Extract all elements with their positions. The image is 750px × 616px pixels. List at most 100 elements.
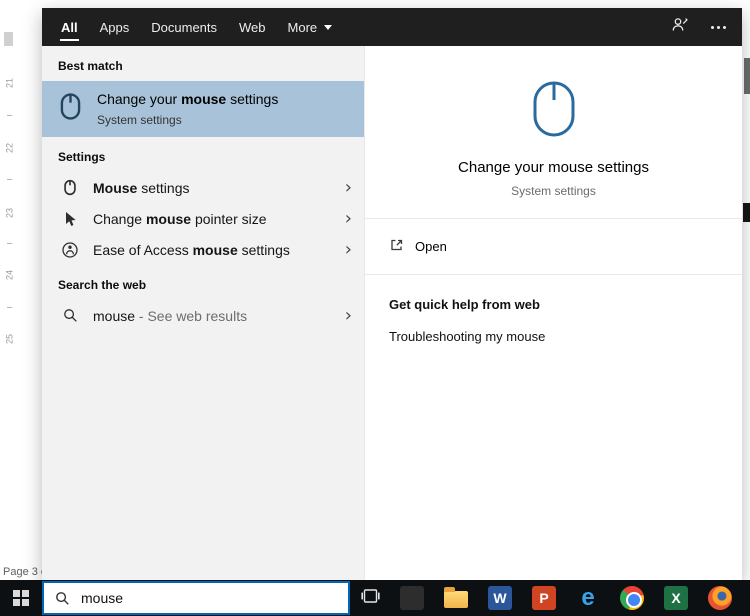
search-results-panel: Best match Change your mouse settings Sy… xyxy=(42,46,364,580)
tab-more[interactable]: More xyxy=(277,8,344,46)
store-app-button[interactable] xyxy=(390,580,434,616)
scrollbar-thumb[interactable] xyxy=(744,58,750,94)
chevron-right-icon xyxy=(345,179,352,197)
search-icon xyxy=(55,591,70,606)
result-label: mouse - See web results xyxy=(93,308,247,324)
label-part-bold: mouse xyxy=(192,241,238,258)
open-label: Open xyxy=(415,239,447,254)
ellipsis-icon xyxy=(711,25,726,29)
edge-icon: e xyxy=(581,584,595,611)
label-part-bold: mouse xyxy=(145,210,192,227)
label-part: pointer size xyxy=(191,210,267,227)
windows-logo-icon xyxy=(13,590,29,606)
web-help-header: Get quick help from web xyxy=(389,297,540,312)
web-section-header: Search the web xyxy=(58,278,147,292)
web-suffix: - See web results xyxy=(135,307,248,324)
taskbar: W P e X xyxy=(0,580,750,616)
chevron-down-icon xyxy=(324,24,333,30)
open-action[interactable]: Open xyxy=(365,219,742,274)
search-flyout: All Apps Documents Web More Best match C… xyxy=(42,8,742,580)
word-page-status: Page 3 o xyxy=(3,566,48,578)
ruler-mark: 22 xyxy=(4,143,15,154)
feedback-person-icon xyxy=(671,16,689,38)
result-mouse-settings[interactable]: Mouse settings xyxy=(42,172,364,203)
mouse-icon xyxy=(532,80,576,143)
pinned-apps: W P e X xyxy=(390,580,742,616)
task-view-button[interactable] xyxy=(350,580,390,616)
settings-section-header: Settings xyxy=(58,150,106,164)
ruler-tick xyxy=(7,243,12,244)
powerpoint-icon: P xyxy=(532,586,556,610)
result-ease-of-access-mouse-settings[interactable]: Ease of Access mouse settings xyxy=(42,234,364,265)
label-part: Change your xyxy=(97,91,182,107)
chevron-right-icon xyxy=(345,210,352,228)
result-label: Mouse settings xyxy=(93,180,189,196)
label-part: settings xyxy=(226,91,279,107)
web-help-section: Get quick help from web Troubleshooting … xyxy=(365,275,742,344)
web-help-link-troubleshooting[interactable]: Troubleshooting my mouse xyxy=(389,329,718,344)
firefox-icon xyxy=(708,586,732,610)
excel-icon: X xyxy=(664,586,688,610)
more-options-button[interactable] xyxy=(711,8,726,46)
chevron-right-icon xyxy=(345,307,352,325)
mouse-icon xyxy=(60,179,80,196)
result-label: Ease of Access mouse settings xyxy=(93,242,290,258)
store-icon xyxy=(400,586,424,610)
ruler-tick xyxy=(7,179,12,180)
tab-apps[interactable]: Apps xyxy=(89,8,141,46)
result-subtitle: System settings xyxy=(97,113,182,127)
word-vertical-ruler: 21 22 23 24 25 xyxy=(3,26,16,356)
ruler-tick xyxy=(7,307,12,308)
word-icon: W xyxy=(488,586,512,610)
edge-app-button[interactable]: e xyxy=(566,580,610,616)
tab-label: More xyxy=(287,19,318,35)
tab-label: Documents xyxy=(151,19,218,35)
ruler-mark: 21 xyxy=(4,78,15,89)
tab-documents[interactable]: Documents xyxy=(140,8,228,46)
tab-label: Web xyxy=(239,19,266,35)
search-input[interactable] xyxy=(79,589,309,607)
ruler-mark: 23 xyxy=(4,208,15,219)
open-icon xyxy=(389,237,405,256)
word-app-button[interactable]: W xyxy=(478,580,522,616)
ruler-tick xyxy=(7,115,12,116)
chrome-app-button[interactable] xyxy=(610,580,654,616)
search-filter-bar: All Apps Documents Web More xyxy=(42,8,742,46)
tab-label: Apps xyxy=(99,19,130,35)
scrollbar-thumb[interactable] xyxy=(743,203,750,222)
result-label: Change mouse pointer size xyxy=(93,211,267,227)
firefox-app-button[interactable] xyxy=(698,580,742,616)
ruler-margin-block xyxy=(4,32,13,46)
feedback-button[interactable] xyxy=(671,8,689,46)
tab-all[interactable]: All xyxy=(50,8,89,46)
task-view-icon xyxy=(360,588,380,609)
taskbar-search-box[interactable] xyxy=(42,581,350,615)
powerpoint-app-button[interactable]: P xyxy=(522,580,566,616)
best-match-text: Change your mouse settings System settin… xyxy=(97,91,278,127)
label-part: Change xyxy=(93,210,146,227)
excel-app-button[interactable]: X xyxy=(654,580,698,616)
search-preview-panel: Change your mouse settings System settin… xyxy=(364,46,742,580)
file-explorer-icon xyxy=(444,587,468,608)
web-query: mouse xyxy=(93,307,136,324)
chevron-right-icon xyxy=(345,241,352,259)
chrome-icon xyxy=(620,586,644,610)
preview-subtitle: System settings xyxy=(511,184,596,198)
tab-web[interactable]: Web xyxy=(228,8,277,46)
result-change-mouse-pointer-size[interactable]: Change mouse pointer size xyxy=(42,203,364,234)
label-part: Ease of Access xyxy=(93,241,193,258)
label-part-bold: mouse xyxy=(181,91,227,107)
ruler-mark: 24 xyxy=(4,270,15,281)
label-part: settings xyxy=(237,241,290,258)
result-web-search-mouse[interactable]: mouse - See web results xyxy=(42,300,364,331)
result-title: Change your mouse settings xyxy=(97,91,278,107)
cursor-pointer-icon xyxy=(60,211,80,227)
search-icon xyxy=(60,308,80,323)
start-button[interactable] xyxy=(0,580,42,616)
label-part: settings xyxy=(137,179,190,196)
result-best-match-mouse-settings[interactable]: Change your mouse settings System settin… xyxy=(42,81,364,137)
preview-title: Change your mouse settings xyxy=(458,159,649,176)
file-explorer-app-button[interactable] xyxy=(434,580,478,616)
label-part-bold: Mouse xyxy=(93,179,138,196)
ease-of-access-person-icon xyxy=(60,241,80,258)
